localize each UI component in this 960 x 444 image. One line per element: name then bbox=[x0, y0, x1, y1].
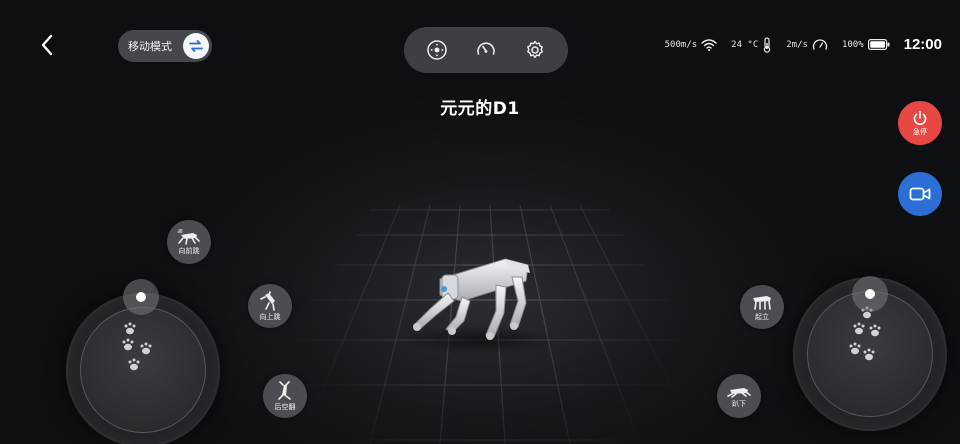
video-camera-icon bbox=[909, 187, 931, 201]
joystick-icon bbox=[426, 40, 447, 60]
settings-button[interactable] bbox=[520, 35, 550, 65]
top-toolbar bbox=[404, 27, 568, 73]
joystick-button[interactable] bbox=[422, 35, 452, 65]
battery-icon bbox=[867, 39, 890, 50]
right-joystick[interactable] bbox=[793, 276, 947, 431]
battery-status: 100% bbox=[842, 39, 890, 50]
move-speed-status: 2m/s bbox=[786, 38, 828, 52]
lie-down-button[interactable]: 趴下 bbox=[717, 374, 761, 418]
status-bar: 500m/s 24 °C 2m/s 100% 12:00 bbox=[651, 36, 942, 53]
robot-name-title: 元元的D1 bbox=[440, 99, 520, 119]
camera-button[interactable] bbox=[898, 172, 942, 216]
jump-up-label: 向上跳 bbox=[259, 312, 281, 321]
battery-value: 100% bbox=[841, 39, 864, 50]
back-button[interactable] bbox=[36, 32, 60, 58]
robot-dog-model bbox=[413, 258, 530, 340]
jump-up-button[interactable]: 向上跳 bbox=[248, 284, 292, 328]
stand-up-button[interactable]: 起立 bbox=[740, 285, 784, 329]
dog-stand-up-icon bbox=[753, 295, 771, 310]
settings-gear-icon bbox=[527, 40, 544, 58]
jump-forward-button[interactable]: 向前跳 bbox=[167, 220, 211, 264]
chevron-left-icon bbox=[41, 34, 53, 56]
mode-switch[interactable]: 移动模式 bbox=[118, 30, 212, 62]
network-status: 500m/s bbox=[664, 38, 718, 51]
network-speed: 500m/s bbox=[664, 39, 698, 50]
speedometer-icon bbox=[477, 42, 495, 55]
paw-prints-icon bbox=[122, 322, 152, 371]
dog-jump-forward-icon bbox=[177, 229, 200, 245]
mode-label: 移动模式 bbox=[128, 40, 172, 53]
power-icon bbox=[913, 110, 927, 125]
speed-button[interactable] bbox=[471, 35, 501, 65]
move-speed-value: 2m/s bbox=[786, 39, 808, 50]
stand-up-label: 起立 bbox=[755, 312, 769, 321]
right-joystick-knob[interactable] bbox=[852, 276, 888, 312]
backflip-label: 后空翻 bbox=[274, 402, 296, 411]
dog-jump-up-icon bbox=[260, 290, 275, 311]
clock: 12:00 bbox=[903, 36, 942, 53]
temperature-value: 24 °C bbox=[731, 39, 759, 50]
thermometer-icon bbox=[762, 36, 772, 53]
swap-icon bbox=[183, 33, 209, 59]
left-joystick-knob[interactable] bbox=[123, 279, 159, 315]
gauge-icon bbox=[812, 38, 828, 52]
emergency-stop-button[interactable]: 急停 bbox=[898, 101, 942, 145]
left-joystick[interactable] bbox=[66, 279, 220, 444]
estop-label: 急停 bbox=[913, 127, 927, 136]
paw-prints-icon bbox=[849, 306, 881, 361]
lie-down-label: 趴下 bbox=[732, 399, 746, 408]
dog-backflip-icon bbox=[278, 380, 291, 400]
backflip-button[interactable]: 后空翻 bbox=[263, 374, 307, 418]
jump-forward-label: 向前跳 bbox=[178, 246, 200, 255]
wifi-icon bbox=[701, 38, 717, 51]
robot-control-screen: 移动模式 元元的D1 500m/s 24 °C 2m/s 100% 12:00 … bbox=[0, 0, 960, 444]
temperature-status: 24 °C bbox=[731, 36, 772, 53]
dog-lie-down-icon bbox=[727, 387, 751, 398]
